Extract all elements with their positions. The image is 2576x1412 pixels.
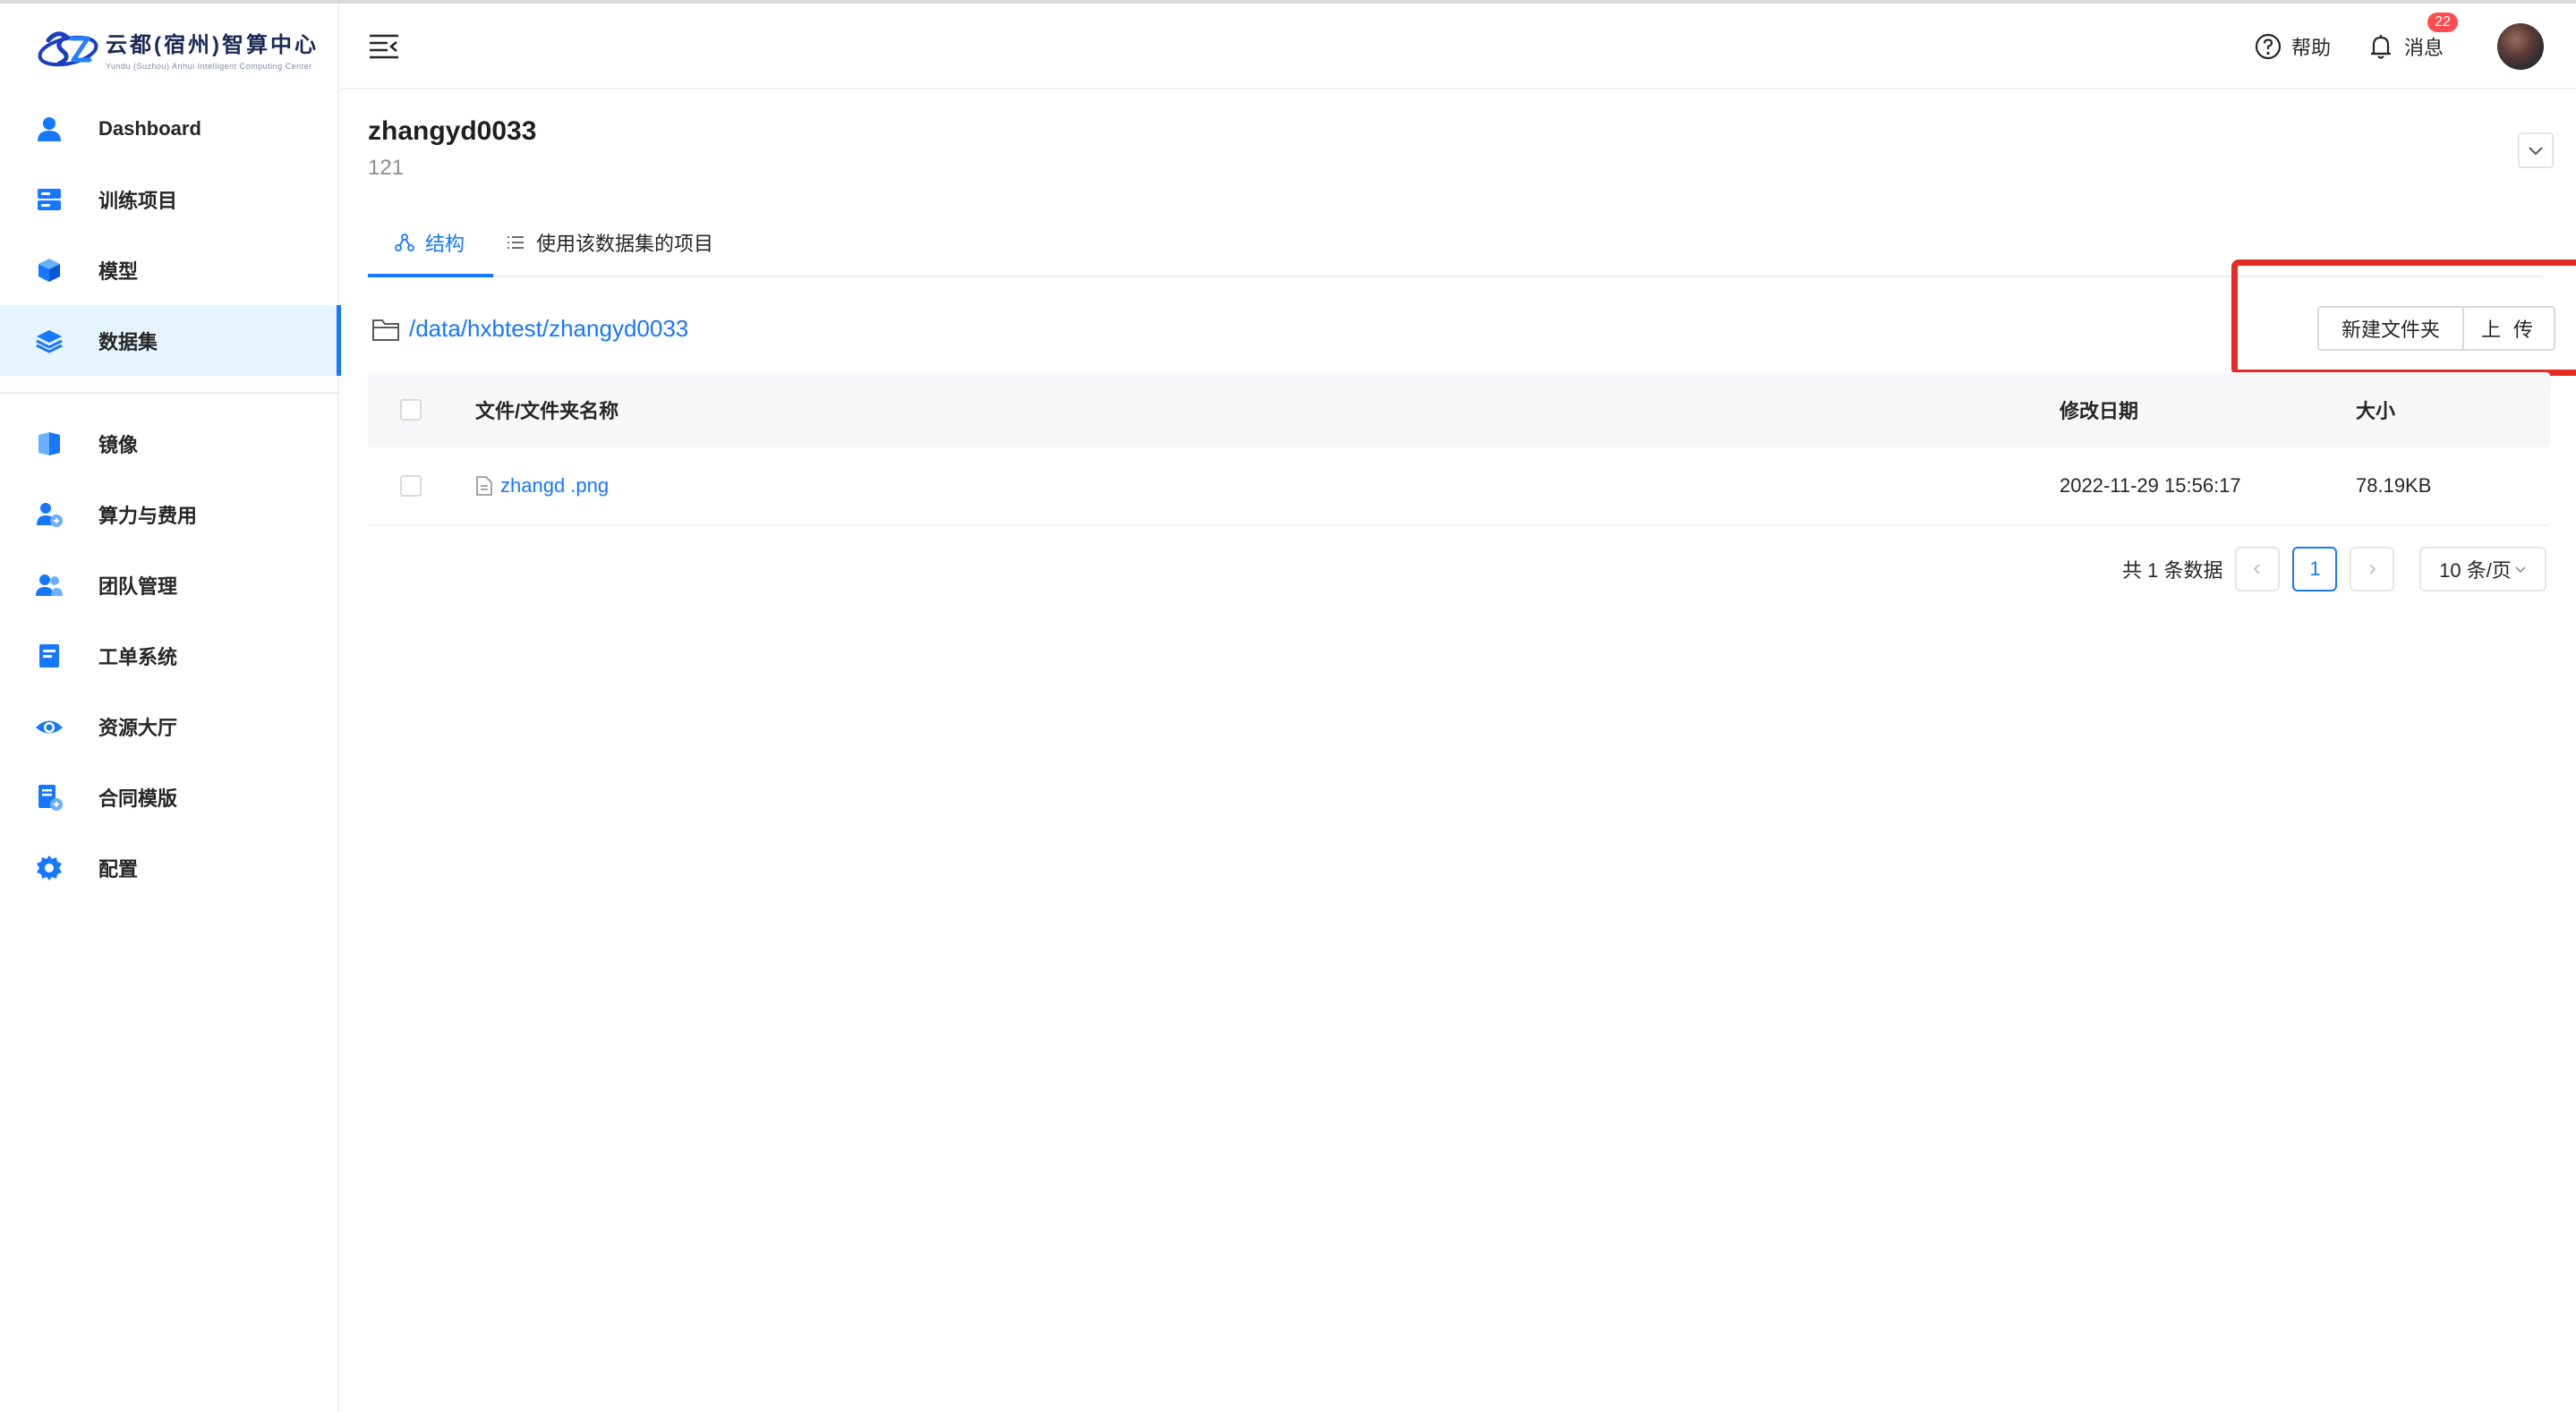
sidebar-item-label: 工单系统 [98, 645, 178, 668]
layers-icon [34, 326, 64, 356]
column-header-size: 大小 [2356, 400, 2396, 422]
user-icon [34, 114, 64, 144]
brand-logo[interactable]: 云都(宿州)智算中心 Yundu (Suzhou) Anhui Intellig… [36, 21, 319, 75]
user-avatar[interactable] [2497, 23, 2544, 70]
sidebar-item-datasets[interactable]: 数据集 [0, 305, 341, 376]
tab-label: 使用该数据集的项目 [536, 233, 714, 255]
list-icon [508, 236, 524, 249]
team-icon [34, 570, 64, 600]
sidebar-item-label: 镜像 [98, 433, 139, 456]
pagination: 共 1 条数据 1 10 条/页 [2122, 546, 2547, 592]
message-count-badge: 22 [2427, 13, 2458, 32]
server-icon [34, 184, 64, 215]
new-folder-button[interactable]: 新建文件夹 [2319, 308, 2464, 349]
contract-icon [34, 782, 64, 812]
chevron-down-icon [2515, 566, 2526, 574]
sidebar-item-label: 资源大厅 [98, 716, 178, 739]
cube-icon [34, 255, 64, 285]
folder-icon [372, 319, 399, 341]
sidebar-divider [0, 392, 339, 394]
file-name-link[interactable]: zhangd .png [500, 474, 609, 498]
file-icon [476, 476, 492, 496]
tab-structure[interactable]: 结构 [395, 208, 465, 277]
upload-button[interactable]: 上 传 [2464, 308, 2554, 349]
bell-icon [2370, 35, 2391, 59]
logo-icon [38, 31, 98, 67]
next-page-button[interactable] [2350, 547, 2395, 591]
question-circle-icon [2255, 33, 2282, 60]
tab-label: 结构 [425, 233, 465, 255]
help-label: 帮助 [2290, 37, 2331, 59]
sidebar-menu: Dashboard 训练项目 模型 数据集 镜像 算力与费用 团队管理 工单系统… [0, 93, 341, 903]
column-header-name: 文件/文件夹名称 [475, 400, 619, 422]
dataset-description: 121 [368, 156, 405, 180]
tab-projects-using-dataset[interactable]: 使用该数据集的项目 [506, 208, 713, 277]
page-size-value: 10 条/页 [2439, 559, 2512, 582]
folder-path[interactable]: /data/hxbtest/zhangyd0033 [371, 315, 688, 343]
tabs: 结构 使用该数据集的项目 [368, 208, 2543, 277]
select-all-checkbox[interactable] [400, 399, 422, 421]
chevron-right-icon [2369, 564, 2376, 574]
sidebar: 云都(宿州)智算中心 Yundu (Suzhou) Anhui Intellig… [0, 4, 341, 1412]
tab-active-indicator [368, 274, 493, 277]
sidebar-item-label: 训练项目 [98, 189, 178, 212]
sidebar-item-label: 算力与费用 [98, 504, 198, 527]
sidebar-item-label: 配置 [98, 857, 139, 880]
top-header: 帮助 消息 22 [341, 4, 2576, 89]
page-number-button[interactable]: 1 [2292, 547, 2338, 591]
row-checkbox[interactable] [400, 475, 422, 497]
sidebar-item-training-projects[interactable]: 训练项目 [0, 164, 339, 234]
chevron-left-icon [2254, 564, 2261, 574]
ticket-icon [34, 641, 64, 671]
sidebar-item-label: Dashboard [98, 116, 201, 140]
cluster-icon [395, 234, 414, 251]
sidebar-item-team-management[interactable]: 团队管理 [0, 549, 339, 620]
menu-collapse-icon[interactable] [368, 32, 400, 61]
file-modified-cell: 2022-11-29 15:56:17 [2060, 474, 2241, 497]
brand-title: 云都(宿州)智算中心 [106, 32, 319, 57]
sidebar-item-ticket-system[interactable]: 工单系统 [0, 620, 339, 691]
eye-icon [34, 711, 64, 742]
table-header: 文件/文件夹名称 修改日期 大小 [368, 372, 2550, 447]
help-link[interactable]: 帮助 [2254, 32, 2331, 61]
sidebar-item-dashboard[interactable]: Dashboard [0, 93, 339, 164]
compute-cost-icon [34, 499, 64, 530]
page-size-select[interactable]: 10 条/页 [2419, 547, 2547, 591]
pagination-total: 共 1 条数据 [2122, 559, 2223, 582]
sidebar-item-label: 数据集 [98, 330, 158, 353]
sidebar-item-resource-hall[interactable]: 资源大厅 [0, 691, 339, 761]
image-icon [34, 429, 64, 459]
file-actions: 新建文件夹 上 传 [2317, 306, 2555, 351]
main-content: zhangyd0033 121 结构 使用该数据集的项目 /data/hxbte… [341, 89, 2576, 1412]
file-size-cell: 78.19KB [2356, 474, 2432, 497]
sidebar-item-settings[interactable]: 配置 [0, 832, 339, 903]
folder-path-text: /data/hxbtest/zhangyd0033 [409, 315, 689, 342]
sidebar-item-models[interactable]: 模型 [0, 234, 339, 305]
file-name-cell: zhangd .png [475, 474, 609, 498]
expand-toggle[interactable] [2518, 132, 2554, 168]
chevron-down-icon [2529, 147, 2543, 156]
brand-subtitle: Yundu (Suzhou) Anhui Intelligent Computi… [106, 61, 312, 71]
sidebar-item-compute-cost[interactable]: 算力与费用 [0, 479, 339, 549]
messages-label: 消息 [2403, 37, 2444, 59]
sidebar-item-label: 团队管理 [98, 574, 178, 598]
gear-icon [34, 853, 64, 883]
sidebar-item-contract-templates[interactable]: 合同模版 [0, 761, 339, 832]
dataset-title: zhangyd0033 [368, 116, 537, 146]
sidebar-item-images[interactable]: 镜像 [0, 408, 339, 479]
prev-page-button[interactable] [2235, 547, 2281, 591]
column-header-modified: 修改日期 [2060, 400, 2139, 422]
messages-link[interactable]: 消息 22 [2367, 13, 2458, 61]
sidebar-item-label: 模型 [98, 259, 139, 283]
file-table: 文件/文件夹名称 修改日期 大小 zhangd .png 2022-11-29 … [368, 372, 2550, 526]
sidebar-item-label: 合同模版 [98, 787, 178, 810]
table-row: zhangd .png 2022-11-29 15:56:17 78.19KB [368, 447, 2550, 526]
